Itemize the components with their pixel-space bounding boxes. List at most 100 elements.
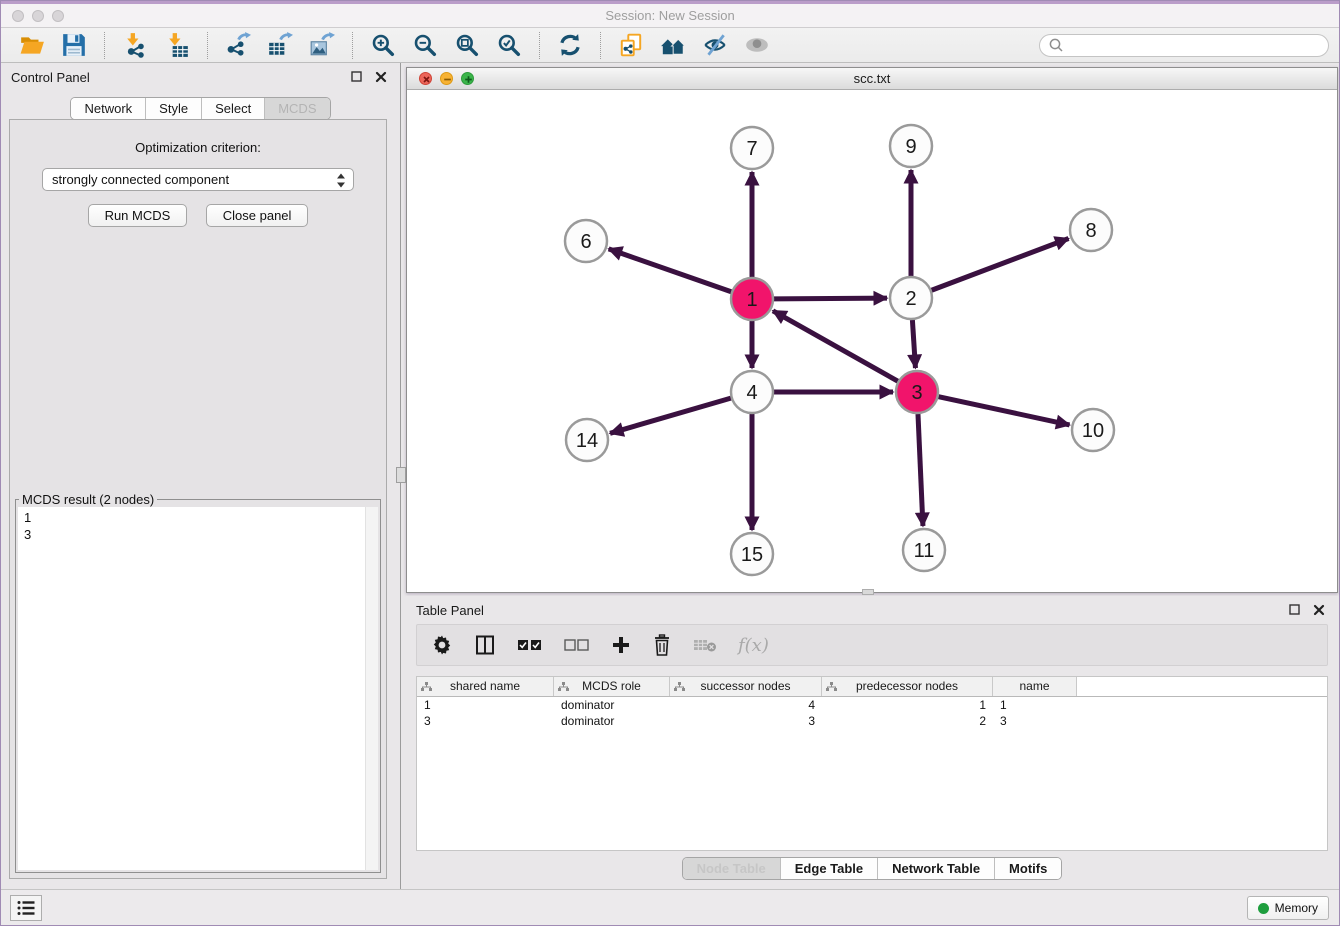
create-column-icon[interactable] <box>611 635 631 655</box>
hide-graphics-details-icon[interactable] <box>699 31 731 59</box>
tab-mcds[interactable]: MCDS <box>264 98 329 119</box>
float-panel-icon[interactable] <box>350 70 364 84</box>
table-cell[interactable]: 3 <box>417 713 554 729</box>
search-box[interactable] <box>1039 34 1329 57</box>
column-header-predecessor-nodes[interactable]: predecessor nodes <box>822 677 993 696</box>
tab-style[interactable]: Style <box>145 98 201 119</box>
graph-edge-3-11[interactable] <box>918 414 923 526</box>
network-view-window: scc.txt 7968124314101511 <box>406 67 1338 593</box>
save-session-icon[interactable] <box>58 31 90 59</box>
table-settings-gear-icon[interactable] <box>431 634 453 656</box>
export-image-icon[interactable] <box>306 31 338 59</box>
column-header-mcds-role[interactable]: MCDS role <box>554 677 670 696</box>
table-cell[interactable]: dominator <box>554 697 670 713</box>
table-row[interactable]: 3dominator323 <box>417 713 1327 729</box>
task-history-button[interactable] <box>10 895 42 921</box>
zoom-selected-icon[interactable] <box>493 31 525 59</box>
memory-status-dot <box>1258 903 1269 914</box>
table-cell[interactable]: 4 <box>670 697 822 713</box>
graph-edge-2-8[interactable] <box>932 238 1069 290</box>
graph-node-label: 11 <box>914 540 935 562</box>
mcds-result-fieldset: MCDS result (2 nodes) 1 3 <box>15 492 381 873</box>
panel-splitter-grip[interactable] <box>396 467 406 483</box>
zoom-in-icon[interactable] <box>367 31 399 59</box>
close-panel-button[interactable]: Close panel <box>206 204 309 227</box>
clone-network-icon[interactable] <box>615 31 647 59</box>
export-table-icon[interactable] <box>264 31 296 59</box>
graph-node-label: 10 <box>1082 420 1104 442</box>
zoom-out-icon[interactable] <box>409 31 441 59</box>
network-canvas[interactable]: 7968124314101511 <box>407 90 1337 592</box>
graph-edge-2-3[interactable] <box>912 320 915 368</box>
close-table-panel-icon[interactable] <box>1312 603 1326 617</box>
import-network-icon[interactable] <box>119 31 151 59</box>
column-header-successor-nodes[interactable]: successor nodes <box>670 677 822 696</box>
table-cell[interactable]: 3 <box>670 713 822 729</box>
tab-network-table[interactable]: Network Table <box>877 858 994 879</box>
network-window-title: scc.txt <box>407 71 1337 86</box>
graph-node-label: 15 <box>741 544 763 566</box>
run-mcds-button[interactable]: Run MCDS <box>88 204 188 227</box>
open-session-icon[interactable] <box>16 31 48 59</box>
search-input[interactable] <box>1064 37 1320 53</box>
graph-node-label: 14 <box>576 430 598 452</box>
toolbar-separator <box>104 32 105 59</box>
list-icon <box>16 899 36 917</box>
toolbar-separator <box>539 32 540 59</box>
table-cell[interactable]: 1 <box>417 697 554 713</box>
control-panel-tabs: NetworkStyleSelectMCDS <box>70 97 330 120</box>
float-table-panel-icon[interactable] <box>1288 603 1302 617</box>
import-table-icon[interactable] <box>161 31 193 59</box>
home-views-icon[interactable] <box>657 31 689 59</box>
dropdown-selected-value: strongly connected component <box>52 172 229 187</box>
apply-layout-icon[interactable] <box>554 31 586 59</box>
tab-node-table[interactable]: Node Table <box>683 858 780 879</box>
column-header-shared-name[interactable]: shared name <box>417 677 554 696</box>
zoom-fit-icon[interactable] <box>451 31 483 59</box>
table-cell[interactable]: dominator <box>554 713 670 729</box>
table-cell[interactable]: 2 <box>822 713 993 729</box>
graph-edge-1-2[interactable] <box>774 298 887 299</box>
table-cell[interactable]: 3 <box>993 713 1077 729</box>
main-titlebar: Session: New Session <box>1 4 1339 28</box>
select-all-rows-icon[interactable] <box>517 638 543 652</box>
tab-edge-table[interactable]: Edge Table <box>780 858 877 879</box>
export-network-icon[interactable] <box>222 31 254 59</box>
close-panel-icon[interactable] <box>374 70 388 84</box>
graph-node-label: 3 <box>911 382 922 404</box>
table-cell[interactable]: 1 <box>822 697 993 713</box>
column-header-filler <box>1077 677 1327 696</box>
graph-edge-3-1[interactable] <box>773 311 898 381</box>
column-header-name[interactable]: name <box>993 677 1077 696</box>
tab-select[interactable]: Select <box>201 98 264 119</box>
deselect-all-rows-icon[interactable] <box>564 638 590 652</box>
result-scrollbar[interactable] <box>365 507 378 870</box>
show-columns-icon[interactable] <box>474 634 496 656</box>
network-window-titlebar[interactable]: scc.txt <box>407 68 1337 90</box>
graph-edge-1-6[interactable] <box>609 249 732 292</box>
optimization-criterion-dropdown[interactable]: strongly connected component <box>42 168 354 191</box>
table-cell[interactable]: 1 <box>993 697 1077 713</box>
show-graphics-details-icon[interactable] <box>741 31 773 59</box>
graph-node-label: 2 <box>905 288 916 310</box>
optimization-criterion-label: Optimization criterion: <box>10 140 386 155</box>
graph-node-label: 7 <box>746 138 757 160</box>
graph-node-label: 6 <box>580 231 591 253</box>
memory-button[interactable]: Memory <box>1247 896 1329 920</box>
toolbar-separator <box>600 32 601 59</box>
delete-column-trash-icon[interactable] <box>652 634 672 656</box>
network-graph: 7968124314101511 <box>407 90 1337 592</box>
horizontal-splitter-grip[interactable] <box>862 589 874 595</box>
graph-node-label: 1 <box>746 289 757 311</box>
tab-motifs[interactable]: Motifs <box>994 858 1061 879</box>
graph-edge-3-10[interactable] <box>939 397 1070 425</box>
status-bar: Memory <box>1 889 1339 925</box>
graph-edge-4-14[interactable] <box>610 398 731 433</box>
memory-button-label: Memory <box>1275 901 1318 915</box>
dropdown-stepper-icon <box>335 172 347 192</box>
tab-network[interactable]: Network <box>71 98 145 119</box>
table-panel-title: Table Panel <box>416 603 484 618</box>
mcds-result-title: MCDS result (2 nodes) <box>19 492 157 507</box>
table-row[interactable]: 1dominator411 <box>417 697 1327 713</box>
graph-node-label: 8 <box>1085 220 1096 242</box>
